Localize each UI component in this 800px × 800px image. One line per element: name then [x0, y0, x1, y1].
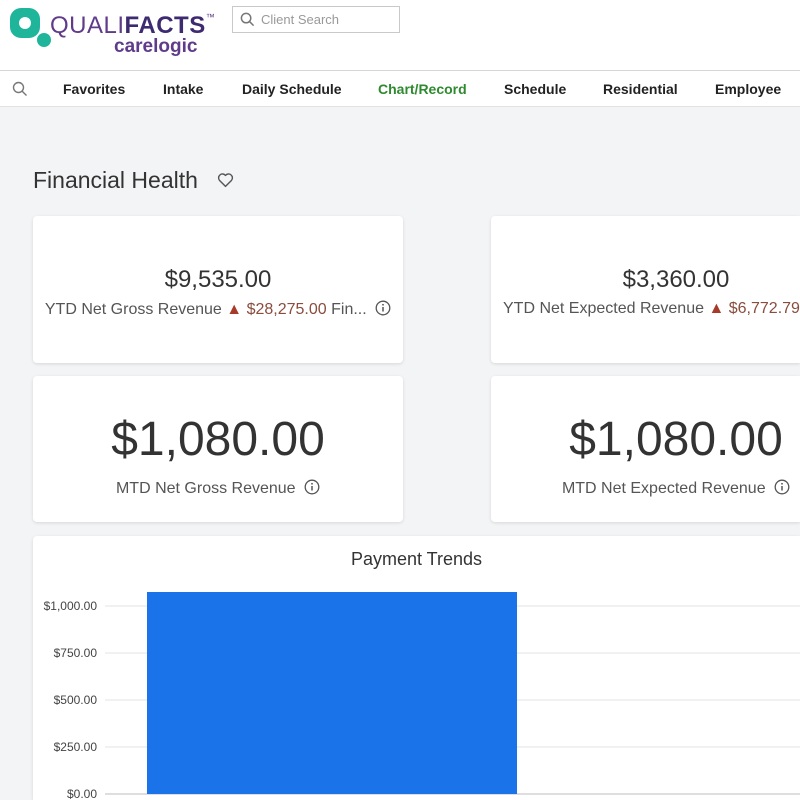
- logo-text-quali: QUALI: [50, 12, 125, 39]
- y-tick-label: $750.00: [54, 646, 98, 660]
- card-suffix: Fin...: [331, 301, 367, 318]
- client-search-input[interactable]: [261, 10, 396, 29]
- nav-item-intake[interactable]: Intake: [163, 81, 203, 97]
- payment-trends-chart: $0.00 $250.00 $500.00 $750.00 $1,000.00: [44, 592, 800, 800]
- card-value: $3,360.00: [622, 266, 730, 293]
- mtd-net-expected-revenue-card: $1,080.00 MTD Net Expected Revenue: [491, 376, 800, 522]
- card-value-large: $1,080.00: [569, 413, 783, 466]
- client-search-box[interactable]: [232, 6, 400, 33]
- card-subtitle: MTD Net Gross Revenue: [33, 479, 403, 498]
- y-tick-label: $1,000.00: [44, 599, 98, 613]
- nav-item-schedule[interactable]: Schedule: [504, 81, 566, 97]
- ytd-net-gross-revenue-card: $9,535.00 YTD Net Gross Revenue ▲ $28,27…: [33, 216, 403, 363]
- card-label: MTD Net Expected Revenue: [561, 480, 766, 497]
- card-label: YTD Net Gross Revenue: [44, 301, 222, 318]
- card-delta: $28,275.00: [246, 301, 327, 318]
- nav-item-employee[interactable]: Employee: [715, 81, 781, 97]
- card-subtitle: YTD Net Expected Revenue ▲ $6,772.79...: [503, 300, 800, 318]
- logo-trademark: ™: [205, 12, 216, 22]
- heart-icon[interactable]: [217, 172, 234, 188]
- page-title: Financial Health: [33, 167, 198, 193]
- payment-trends-card: Payment Trends $0.00 $250.00 $500.00 $750.0…: [33, 536, 800, 800]
- y-tick-label: $500.00: [54, 693, 98, 707]
- logo-text-facts: FACTS: [124, 12, 206, 39]
- y-tick-label: $250.00: [54, 740, 98, 754]
- card-value: $9,535.00: [164, 266, 272, 293]
- up-triangle-icon: ▲: [708, 300, 725, 317]
- nav-item-chart-record[interactable]: Chart/Record: [378, 81, 467, 97]
- logo-subtitle: carelogic: [114, 36, 198, 57]
- card-delta: $6,772.79...: [728, 300, 800, 317]
- y-tick-label: $0.00: [67, 787, 97, 800]
- card-label: MTD Net Gross Revenue: [115, 480, 296, 497]
- nav-search-icon[interactable]: [12, 81, 28, 97]
- bar[interactable]: [147, 592, 517, 794]
- info-icon[interactable]: [375, 300, 391, 316]
- card-label: YTD Net Expected Revenue: [503, 300, 704, 317]
- nav-item-favorites[interactable]: Favorites: [63, 81, 125, 97]
- card-value-large: $1,080.00: [111, 413, 325, 466]
- info-icon[interactable]: [774, 479, 790, 495]
- search-icon: [240, 12, 255, 27]
- nav-item-daily-schedule[interactable]: Daily Schedule: [242, 81, 342, 97]
- nav-item-residential[interactable]: Residential: [603, 81, 678, 97]
- up-triangle-icon: ▲: [226, 301, 243, 318]
- qualifacts-logo[interactable]: QUALIFACTS™ carelogic: [8, 6, 218, 62]
- main-nav: Favorites Intake Daily Schedule Chart/Re…: [0, 70, 800, 107]
- card-subtitle: YTD Net Gross Revenue ▲ $28,275.00 Fin..…: [33, 300, 403, 319]
- mtd-net-gross-revenue-card: $1,080.00 MTD Net Gross Revenue: [33, 376, 403, 522]
- logo-mark-icon: [10, 8, 51, 47]
- app-header: QUALIFACTS™ carelogic: [0, 0, 800, 70]
- card-subtitle: MTD Net Expected Revenue: [491, 479, 800, 498]
- ytd-net-expected-revenue-card: $3,360.00 YTD Net Expected Revenue ▲ $6,…: [491, 216, 800, 363]
- info-icon[interactable]: [304, 479, 320, 495]
